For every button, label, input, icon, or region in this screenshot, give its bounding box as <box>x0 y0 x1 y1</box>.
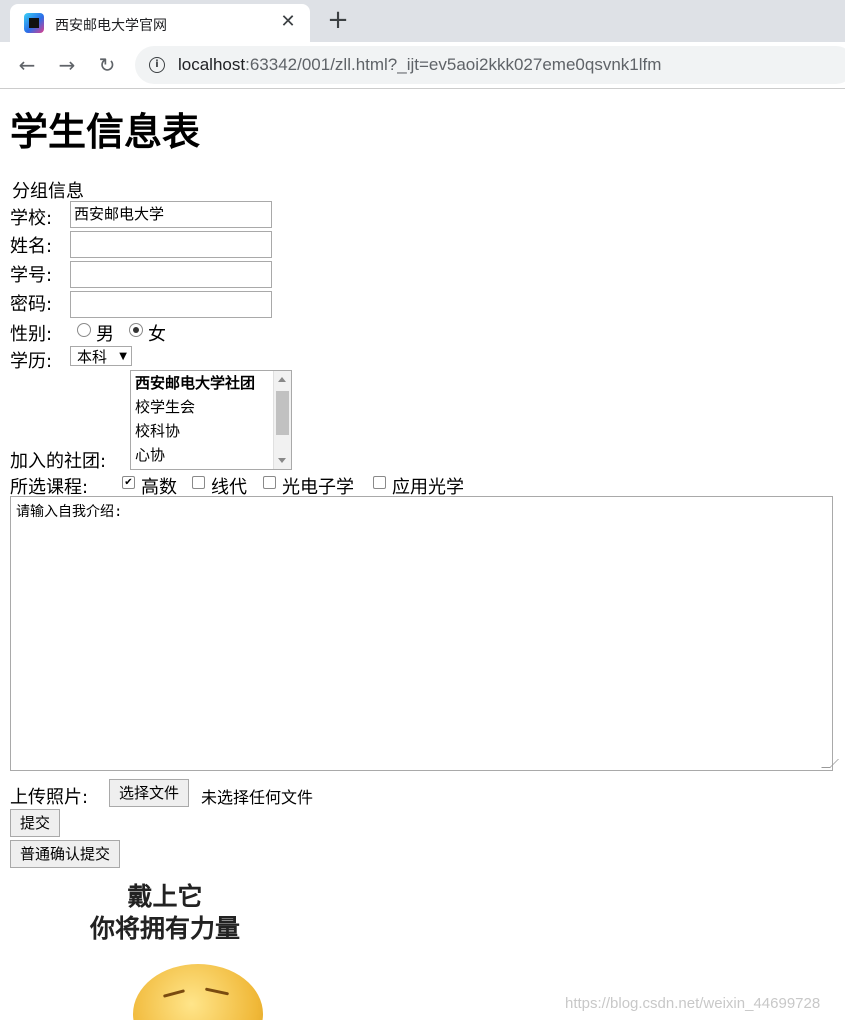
student-id-label: 学号: <box>10 265 53 286</box>
meme-image: 戴上它 你将拥有力量 <box>20 869 300 1020</box>
info-icon[interactable]: i <box>149 57 165 73</box>
course-checkbox-yingyongguangxue[interactable] <box>373 476 386 489</box>
confirm-submit-button[interactable]: 普通确认提交 <box>10 840 121 868</box>
name-input[interactable] <box>70 231 272 258</box>
school-input[interactable]: 西安邮电大学 <box>70 201 272 228</box>
url-text: localhost:63342/001/zll.html?_ijt=ev5aoi… <box>178 55 662 74</box>
emoji-face-icon <box>133 964 263 1020</box>
browser-toolbar: ← → ↻ i localhost:63342/001/zll.html?_ij… <box>0 42 845 89</box>
gender-male-radio[interactable] <box>77 323 91 337</box>
education-label: 学历: <box>10 351 53 372</box>
page-content: 学生信息表 分组信息 学校: 西安邮电大学 姓名: 学号: 密码: 性别: 男 … <box>0 89 845 1020</box>
choose-file-button[interactable]: 选择文件 <box>109 779 190 807</box>
tab-title: 西安邮电大学官网 <box>55 18 167 34</box>
file-status: 未选择任何文件 <box>201 788 314 807</box>
student-id-input[interactable] <box>70 261 272 288</box>
scroll-thumb[interactable] <box>276 391 289 435</box>
listbox-scrollbar[interactable] <box>273 371 291 469</box>
self-intro-placeholder: 请输入自我介绍: <box>16 504 123 520</box>
gender-label: 性别: <box>10 324 53 345</box>
password-label: 密码: <box>10 294 53 315</box>
gender-male-label: 男 <box>96 324 114 345</box>
gender-female-label: 女 <box>148 324 166 345</box>
csdn-watermark: https://blog.csdn.net/weixin_44699728 <box>565 995 821 1012</box>
club-option[interactable]: 校学生会 <box>131 395 291 419</box>
submit-button[interactable]: 提交 <box>10 809 61 837</box>
gender-female-radio[interactable] <box>129 323 143 337</box>
fieldset-legend: 分组信息 <box>12 181 84 202</box>
upload-label: 上传照片: <box>10 787 89 808</box>
course-checkbox-gaoshu[interactable]: ✔ <box>122 476 135 489</box>
education-selected: 本科 <box>77 348 108 366</box>
address-bar[interactable]: i localhost:63342/001/zll.html?_ijt=ev5a… <box>135 46 845 84</box>
scroll-down-icon[interactable] <box>278 458 286 463</box>
resize-grip-icon[interactable] <box>821 759 839 768</box>
close-tab-icon[interactable]: ✕ <box>278 12 298 32</box>
self-intro-textarea[interactable]: 请输入自我介绍: <box>10 496 839 771</box>
scroll-up-icon[interactable] <box>278 377 286 382</box>
club-option[interactable]: 心协 <box>131 443 291 467</box>
course-checkbox-xiandai[interactable] <box>192 476 205 489</box>
dropdown-arrow-icon: ▼ <box>119 351 127 362</box>
meme-caption-line1: 戴上它 <box>127 882 203 911</box>
forward-icon[interactable]: → <box>54 52 80 78</box>
tab-strip: 西安邮电大学官网 ✕ + <box>0 0 845 42</box>
club-option[interactable]: 校科协 <box>131 419 291 443</box>
new-tab-icon[interactable]: + <box>325 7 351 34</box>
club-option[interactable]: 西安邮电大学社团 <box>131 371 291 395</box>
clubs-listbox[interactable]: 西安邮电大学社团 校学生会 校科协 心协 <box>130 370 292 470</box>
back-icon[interactable]: ← <box>14 52 40 78</box>
reload-icon[interactable]: ↻ <box>94 52 120 78</box>
webstorm-favicon-icon <box>24 13 44 33</box>
meme-caption-line2: 你将拥有力量 <box>89 914 240 943</box>
school-label: 学校: <box>10 208 53 229</box>
clubs-label: 加入的社团: <box>10 451 107 472</box>
course-checkbox-guangdianzi[interactable] <box>263 476 276 489</box>
password-input[interactable] <box>70 291 272 318</box>
browser-tab[interactable]: 西安邮电大学官网 ✕ <box>10 4 310 42</box>
page-title: 学生信息表 <box>10 110 201 154</box>
education-select[interactable]: 本科 ▼ <box>70 346 132 366</box>
name-label: 姓名: <box>10 236 53 257</box>
